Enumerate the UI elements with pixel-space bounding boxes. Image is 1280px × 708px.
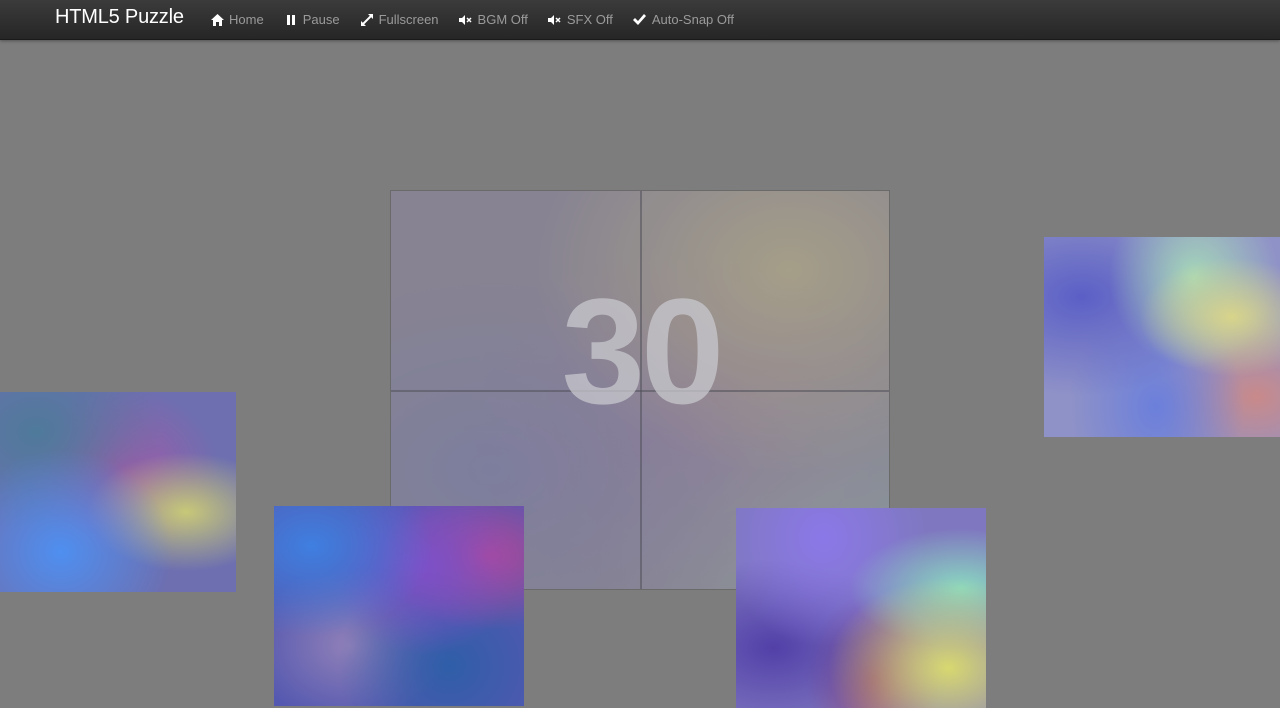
volume-mute-icon	[548, 13, 562, 27]
volume-mute-icon	[459, 13, 473, 27]
pause-label: Pause	[302, 12, 340, 27]
top-navbar: HTML5 Puzzle Home Pause Fullscreen BGM O…	[0, 0, 1280, 40]
home-label: Home	[229, 12, 264, 27]
countdown-timer: 30	[561, 267, 725, 435]
pause-button[interactable]: Pause	[284, 12, 340, 27]
puzzle-piece[interactable]	[274, 506, 524, 706]
nav-menu: Home Pause Fullscreen BGM Off SFX Off Au…	[210, 0, 754, 39]
auto-snap-toggle-button[interactable]: Auto-Snap Off	[633, 12, 734, 27]
pause-icon	[284, 13, 298, 27]
fullscreen-button[interactable]: Fullscreen	[360, 12, 439, 27]
game-stage: 30	[0, 40, 1280, 708]
sfx-label: SFX Off	[566, 12, 613, 27]
fullscreen-icon	[360, 13, 374, 27]
sfx-toggle-button[interactable]: SFX Off	[548, 12, 613, 27]
check-icon	[633, 13, 647, 27]
puzzle-piece[interactable]	[736, 508, 986, 708]
fullscreen-label: Fullscreen	[378, 12, 439, 27]
puzzle-piece[interactable]	[0, 392, 236, 592]
auto-snap-label: Auto-Snap Off	[651, 12, 735, 27]
puzzle-piece[interactable]	[1044, 237, 1280, 437]
home-button[interactable]: Home	[210, 12, 264, 27]
bgm-label: BGM Off	[477, 12, 528, 27]
app-title[interactable]: HTML5 Puzzle	[55, 6, 184, 29]
home-icon	[210, 13, 224, 27]
bgm-toggle-button[interactable]: BGM Off	[459, 12, 528, 27]
